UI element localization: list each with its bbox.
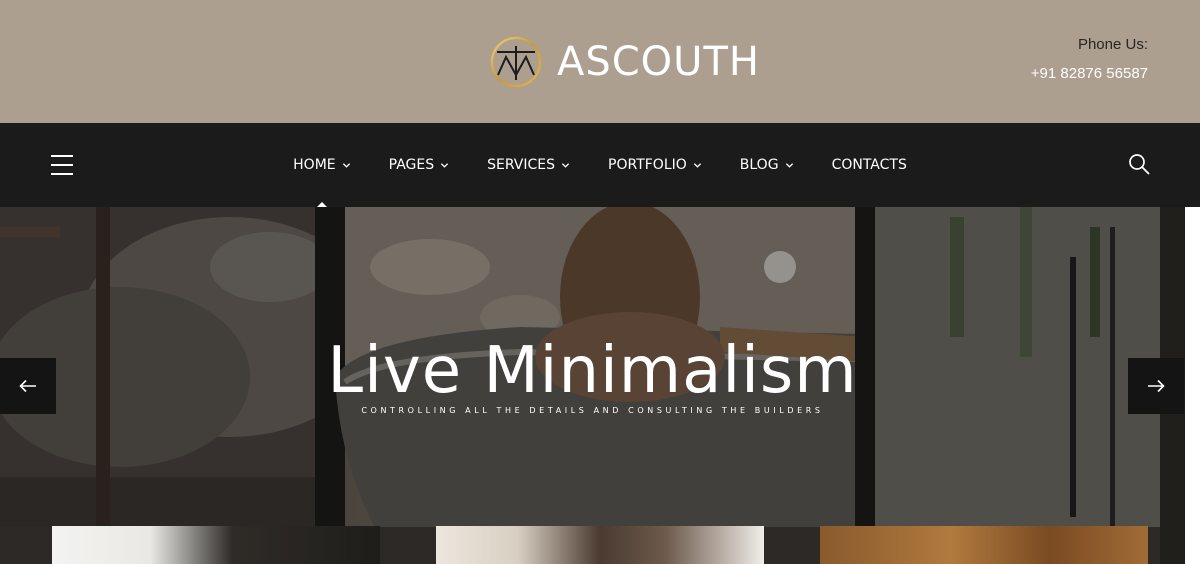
slider-next-button[interactable] <box>1128 358 1184 414</box>
nav-item-home[interactable]: HOME <box>293 123 350 207</box>
search-icon[interactable] <box>1128 153 1150 175</box>
arrow-right-icon <box>1148 379 1165 393</box>
arrow-left-icon <box>19 379 36 393</box>
site-logo[interactable]: ASCOUTH <box>489 35 760 89</box>
chevron-down-icon <box>785 162 793 168</box>
nav-item-pages[interactable]: PAGES <box>389 123 449 207</box>
chevron-down-icon <box>561 162 570 168</box>
phone-label: Phone Us: <box>1077 36 1148 53</box>
nav-item-label: BLOG <box>739 157 779 173</box>
hero-title: Live Minimalism <box>327 334 858 408</box>
nav-menu: HOME PAGES SERVICES PORTFOLIO BLOG CONTA… <box>0 123 1200 207</box>
top-header: ASCOUTH Phone Us: +91 82876 56587 <box>0 0 1200 123</box>
chevron-down-icon <box>440 162 449 168</box>
nav-item-blog[interactable]: BLOG <box>740 123 794 207</box>
nav-item-services[interactable]: SERVICES <box>487 123 570 207</box>
phone-number[interactable]: +91 82876 56587 <box>1031 65 1148 82</box>
phone-contact: Phone Us: +91 82876 56587 <box>1031 36 1148 82</box>
hero-subtitle: CONTROLLING ALL THE DETAILS AND CONSULTI… <box>361 406 824 415</box>
main-navbar: HOME PAGES SERVICES PORTFOLIO BLOG CONTA… <box>0 123 1200 207</box>
slider-prev-button[interactable] <box>0 358 56 414</box>
feature-card-image[interactable] <box>436 526 764 564</box>
hero-slider: Live Minimalism CONTROLLING ALL THE DETA… <box>0 207 1185 564</box>
feature-card-image[interactable] <box>820 526 1148 564</box>
nav-item-label: PAGES <box>388 157 435 173</box>
nav-item-label: CONTACTS <box>831 157 907 173</box>
chevron-down-icon <box>342 162 350 168</box>
page-edge <box>1185 207 1200 564</box>
nav-item-label: SERVICES <box>487 157 556 173</box>
nav-item-label: HOME <box>293 157 336 173</box>
nav-item-label: PORTFOLIO <box>608 157 687 173</box>
brand-name: ASCOUTH <box>557 39 760 85</box>
monogram-logo-icon <box>490 36 542 88</box>
chevron-down-icon <box>693 162 701 168</box>
nav-item-contacts[interactable]: CONTACTS <box>832 123 907 207</box>
nav-item-portfolio[interactable]: PORTFOLIO <box>608 123 702 207</box>
feature-card-image[interactable] <box>52 526 380 564</box>
